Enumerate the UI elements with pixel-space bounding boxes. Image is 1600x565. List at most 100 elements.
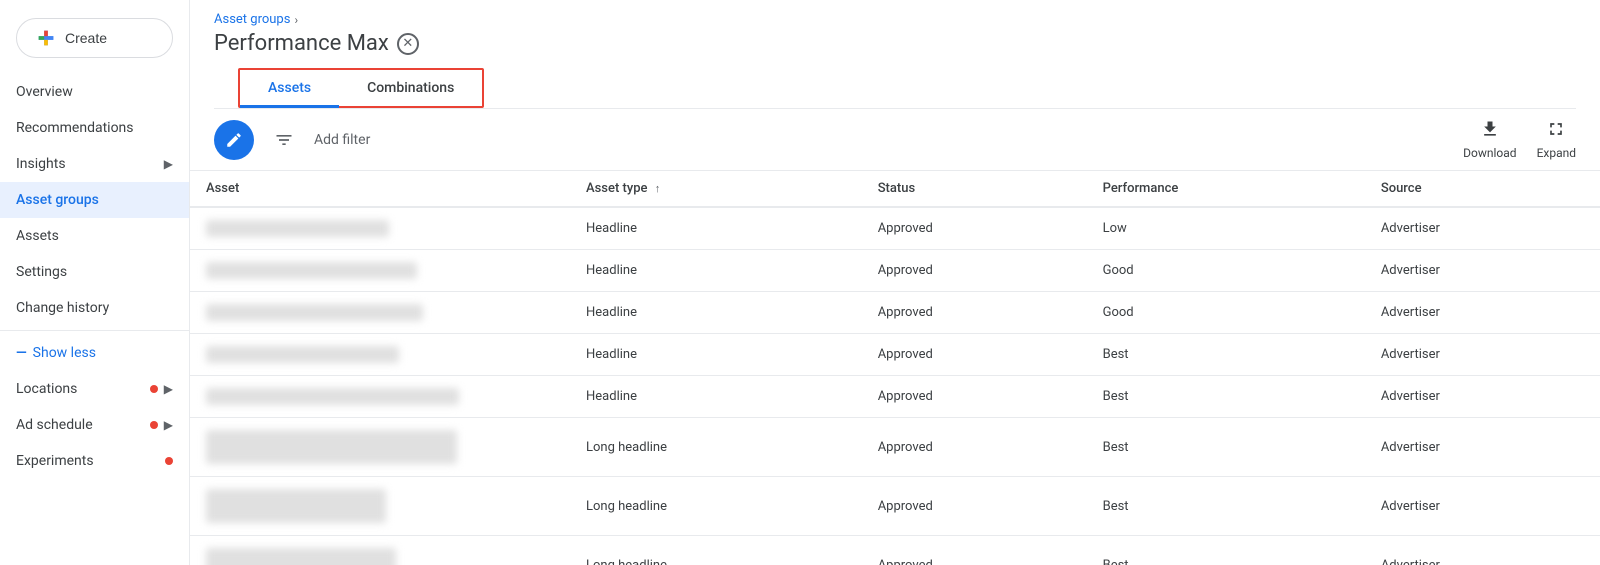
edit-icon — [225, 131, 243, 149]
title-text: Performance Max — [214, 31, 389, 56]
show-less-label: Show less — [33, 345, 96, 361]
expand-button[interactable]: Expand — [1537, 119, 1576, 160]
download-button[interactable]: Download — [1463, 119, 1516, 160]
filter-icon — [274, 130, 294, 150]
cell-status: Approved — [862, 250, 1087, 292]
tabs-container: Assets Combinations — [214, 68, 1576, 109]
show-less-button[interactable]: — Show less — [0, 335, 189, 371]
tab-combinations[interactable]: Combinations — [339, 70, 482, 106]
cell-asset: blurred content headline text fifth — [190, 376, 570, 418]
table-row: blurred content headline text secondHead… — [190, 250, 1600, 292]
sort-icon: ↑ — [655, 182, 661, 195]
cell-source: Advertiser — [1365, 207, 1600, 250]
table-row: blurred content headline textHeadlineApp… — [190, 207, 1600, 250]
cell-asset: blurred content long headline text line … — [190, 418, 570, 477]
cell-performance: Best — [1087, 536, 1365, 565]
sidebar-item-settings[interactable]: Settings — [0, 254, 189, 290]
breadcrumb[interactable]: Asset groups › — [214, 12, 1576, 27]
asset-text-blurred: blurred content headline text second — [206, 262, 417, 279]
plus-icon — [35, 27, 57, 49]
sidebar-item-overview[interactable]: Overview — [0, 74, 189, 110]
sidebar-item-label: Settings — [16, 264, 67, 280]
sidebar-item-label: Assets — [16, 228, 59, 244]
col-performance: Performance — [1087, 171, 1365, 207]
create-label: Create — [65, 30, 107, 46]
close-button[interactable]: ✕ — [397, 33, 419, 55]
create-button[interactable]: Create — [16, 18, 173, 58]
page-title: Performance Max ✕ — [214, 31, 1576, 56]
sidebar-item-experiments[interactable]: Experiments — [0, 443, 189, 479]
sidebar-item-label: Insights — [16, 156, 66, 172]
cell-asset-type: Long headline — [570, 536, 862, 565]
dash-icon: — — [16, 345, 27, 361]
table-header-row: Asset Asset type ↑ Status Performance So… — [190, 171, 1600, 207]
sidebar-item-assets[interactable]: Assets — [0, 218, 189, 254]
chevron-right-icon: ▶ — [164, 157, 173, 171]
sidebar-item-insights[interactable]: Insights ▶ — [0, 146, 189, 182]
cell-status: Approved — [862, 334, 1087, 376]
sidebar-item-label: Overview — [16, 84, 73, 100]
table-header: Asset Asset type ↑ Status Performance So… — [190, 171, 1600, 207]
edit-button[interactable] — [214, 120, 254, 160]
assets-table: Asset Asset type ↑ Status Performance So… — [190, 171, 1600, 565]
asset-text-blurred: blurred content long headline text line … — [206, 548, 396, 565]
cell-source: Advertiser — [1365, 418, 1600, 477]
sidebar-item-label: Experiments — [16, 453, 94, 469]
asset-text-blurred: blurred content headline text fourth — [206, 346, 399, 363]
cell-asset: blurred content long headline text line … — [190, 536, 570, 565]
cell-source: Advertiser — [1365, 250, 1600, 292]
cell-performance: Best — [1087, 334, 1365, 376]
alert-dot — [150, 421, 158, 429]
table-row: blurred content long headline text line … — [190, 477, 1600, 536]
asset-text-blurred: blurred content headline text third — [206, 304, 423, 321]
sidebar-item-label: Change history — [16, 300, 109, 316]
sidebar-item-recommendations[interactable]: Recommendations — [0, 110, 189, 146]
cell-status: Approved — [862, 418, 1087, 477]
chevron-right-icon: ▶ — [164, 418, 173, 432]
sidebar-item-locations[interactable]: Locations ▶ — [0, 371, 189, 407]
cell-source: Advertiser — [1365, 376, 1600, 418]
sidebar-item-label: Locations — [16, 381, 77, 397]
asset-text-blurred: blurred content long headline text line … — [206, 489, 386, 523]
cell-asset: blurred content headline text — [190, 207, 570, 250]
cell-source: Advertiser — [1365, 477, 1600, 536]
sidebar-item-asset-groups[interactable]: Asset groups — [0, 182, 189, 218]
cell-asset-type: Long headline — [570, 418, 862, 477]
cell-asset: blurred content headline text second — [190, 250, 570, 292]
sidebar-divider — [0, 330, 189, 331]
table-row: blurred content long headline text line … — [190, 536, 1600, 565]
cell-asset-type: Long headline — [570, 477, 862, 536]
add-filter-button[interactable]: Add filter — [314, 132, 370, 148]
cell-status: Approved — [862, 536, 1087, 565]
tab-assets[interactable]: Assets — [240, 70, 339, 106]
sidebar-item-label: Ad schedule — [16, 417, 93, 433]
sidebar-item-change-history[interactable]: Change history — [0, 290, 189, 326]
filter-button[interactable] — [266, 122, 302, 158]
sidebar-item-label: Asset groups — [16, 192, 99, 208]
cell-source: Advertiser — [1365, 334, 1600, 376]
col-asset-type[interactable]: Asset type ↑ — [570, 171, 862, 207]
cell-performance: Best — [1087, 418, 1365, 477]
cell-asset-type: Headline — [570, 292, 862, 334]
cell-asset-type: Headline — [570, 334, 862, 376]
cell-source: Advertiser — [1365, 292, 1600, 334]
sidebar-nav: Overview Recommendations Insights ▶ Asse… — [0, 74, 189, 479]
breadcrumb-text: Asset groups — [214, 12, 290, 27]
cell-asset: blurred content headline text fourth — [190, 334, 570, 376]
cell-asset: blurred content long headline text line … — [190, 477, 570, 536]
sidebar-item-ad-schedule[interactable]: Ad schedule ▶ — [0, 407, 189, 443]
tab-label: Combinations — [367, 80, 454, 96]
cell-status: Approved — [862, 477, 1087, 536]
sidebar-item-label: Recommendations — [16, 120, 134, 136]
alert-dot — [165, 457, 173, 465]
sidebar: Create Overview Recommendations Insights… — [0, 0, 190, 565]
asset-text-blurred: blurred content headline text fifth — [206, 388, 459, 405]
cell-performance: Best — [1087, 376, 1365, 418]
cell-status: Approved — [862, 207, 1087, 250]
expand-label: Expand — [1537, 146, 1576, 160]
cell-performance: Best — [1087, 477, 1365, 536]
data-table-wrapper: Asset Asset type ↑ Status Performance So… — [190, 171, 1600, 565]
cell-source: Advertiser — [1365, 536, 1600, 565]
page-header: Asset groups › Performance Max ✕ Assets … — [190, 0, 1600, 109]
table-row: blurred content headline text third Headl… — [190, 292, 1600, 334]
